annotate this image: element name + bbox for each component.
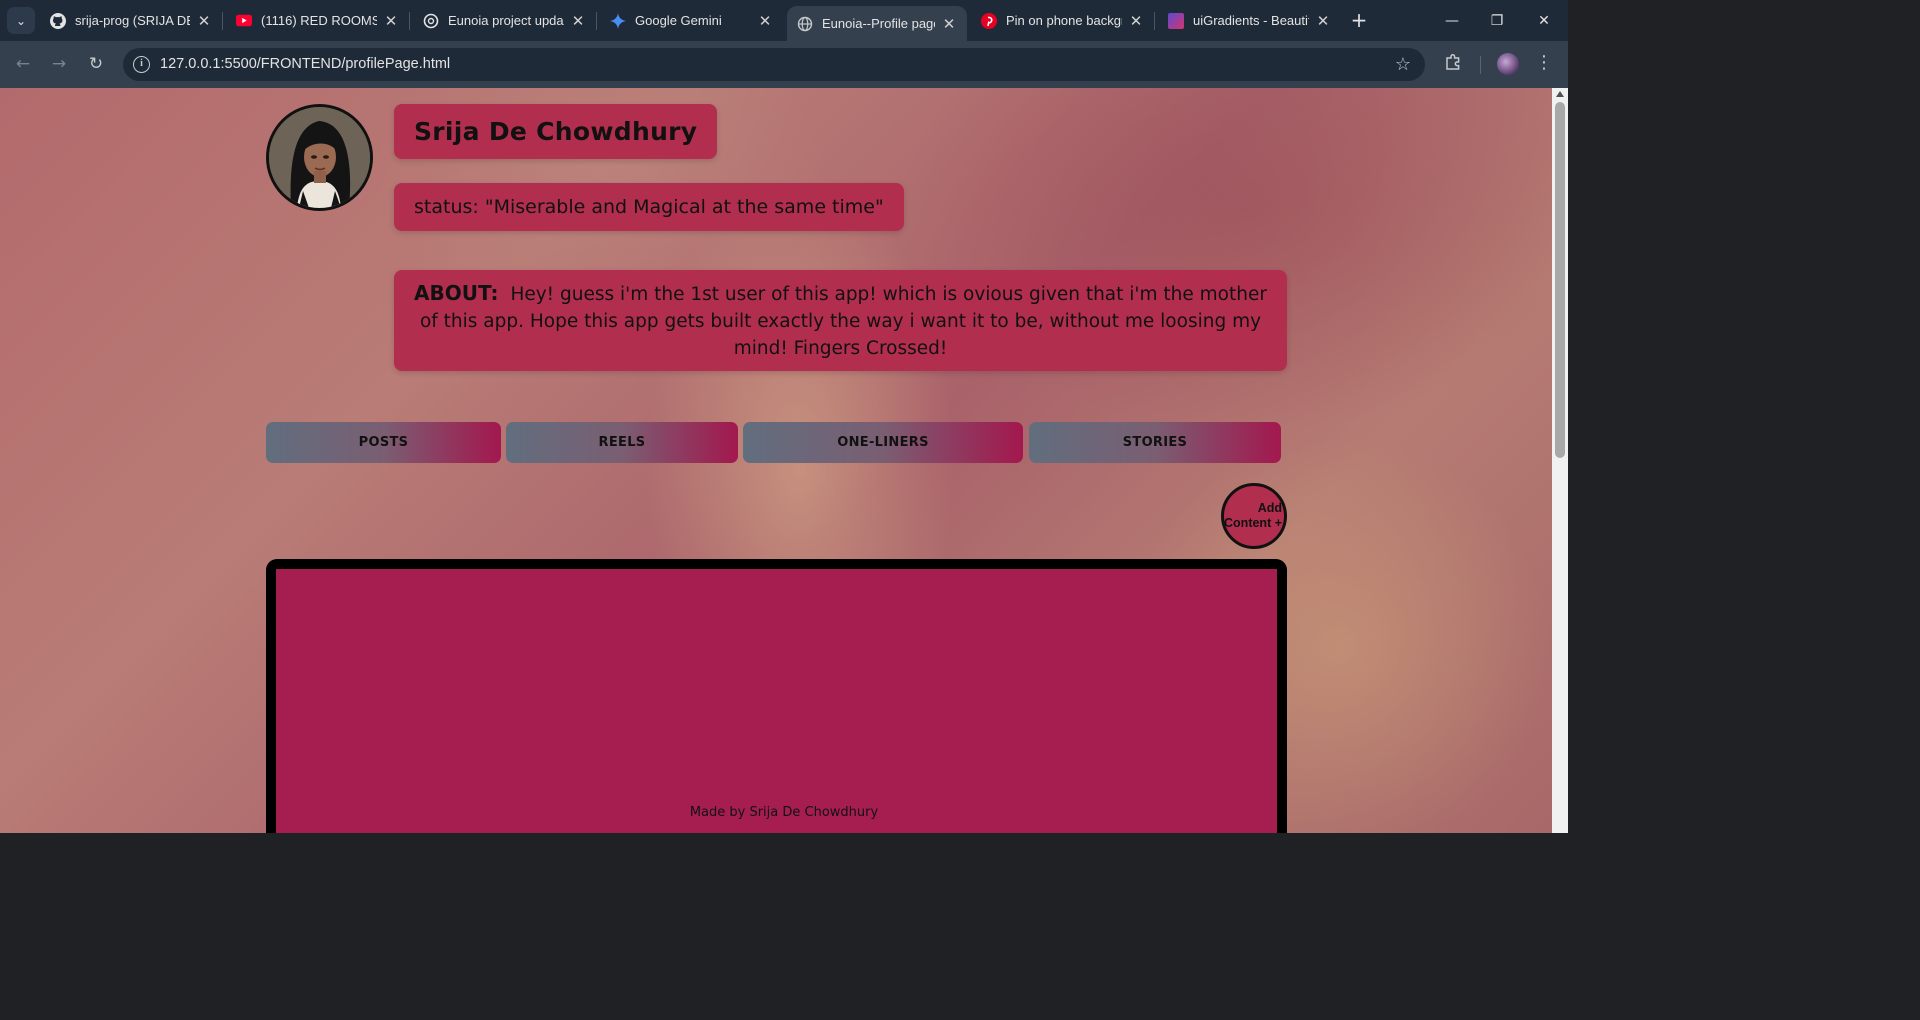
browser-tab-youtube[interactable]: (1116) RED ROOMS I ✕ xyxy=(226,0,409,41)
openai-icon xyxy=(423,13,439,29)
tab-posts[interactable]: POSTS xyxy=(266,422,501,463)
close-tab-icon[interactable]: ✕ xyxy=(941,15,957,33)
close-tab-icon[interactable]: ✕ xyxy=(383,12,399,30)
tab-search-chevron-icon[interactable]: ⌄ xyxy=(7,7,35,34)
browser-tab-pinterest[interactable]: Pin on phone backgr ✕ xyxy=(971,0,1154,41)
scrollbar-thumb[interactable] xyxy=(1555,102,1565,458)
add-content-line-2: Content + xyxy=(1224,516,1282,530)
profile-status: status: "Miserable and Magical at the sa… xyxy=(414,196,884,218)
extensions-puzzle-icon[interactable] xyxy=(1443,52,1465,76)
tab-reels[interactable]: REELS xyxy=(506,422,738,463)
site-info-icon[interactable]: i xyxy=(133,56,150,73)
tab-title: Eunoia project upda xyxy=(448,13,564,28)
browser-toolbar: ← → ↻ i 127.0.0.1:5500/FRONTEND/profileP… xyxy=(0,41,1568,88)
bookmark-star-icon[interactable]: ☆ xyxy=(1395,54,1411,75)
browser-menu-kebab-icon[interactable]: ⋮ xyxy=(1535,52,1553,73)
close-tab-icon[interactable]: ✕ xyxy=(757,12,773,30)
globe-icon xyxy=(797,16,813,32)
profile-avatar-icon[interactable] xyxy=(1497,53,1519,75)
browser-tab-github[interactable]: srija-prog (SRIJA DE C ✕ xyxy=(40,0,222,41)
tab-divider xyxy=(596,12,597,30)
close-tab-icon[interactable]: ✕ xyxy=(1315,12,1331,30)
back-arrow-icon[interactable]: ← xyxy=(10,51,36,77)
tab-label: REELS xyxy=(598,435,646,450)
tab-one-liners[interactable]: ONE-LINERS xyxy=(743,422,1023,463)
footer-credit: Made by Srija De Chowdhury xyxy=(689,805,879,820)
profile-name: Srija De Chowdhury xyxy=(414,117,698,146)
tab-title: Pin on phone backgr xyxy=(1006,13,1122,28)
page-scrollbar[interactable] xyxy=(1552,88,1568,833)
tab-title: Google Gemini xyxy=(635,13,722,28)
pinterest-icon xyxy=(981,12,997,29)
browser-tab-gemini[interactable]: Google Gemini ✕ xyxy=(600,0,783,41)
address-url[interactable]: 127.0.0.1:5500/FRONTEND/profilePage.html xyxy=(160,56,450,72)
tab-label: POSTS xyxy=(358,435,409,450)
close-tab-icon[interactable]: ✕ xyxy=(196,12,212,30)
close-window-icon[interactable]: ✕ xyxy=(1521,0,1567,41)
reload-icon[interactable]: ↻ xyxy=(83,51,109,77)
tab-title: Eunoia--Profile page xyxy=(822,16,935,31)
content-panel xyxy=(276,569,1277,833)
tab-stories[interactable]: STORIES xyxy=(1029,422,1281,463)
add-content-button[interactable]: Add Content + xyxy=(1221,483,1287,549)
close-tab-icon[interactable]: ✕ xyxy=(570,12,586,30)
tab-title: uiGradients - Beautifu xyxy=(1193,13,1309,28)
toolbar-divider xyxy=(1480,56,1481,74)
browser-tab-uigradients[interactable]: uiGradients - Beautifu ✕ xyxy=(1158,0,1341,41)
add-content-line-1: Add xyxy=(1257,501,1282,515)
browser-tab-profile-page[interactable]: Eunoia--Profile page ✕ xyxy=(787,6,967,41)
tab-divider xyxy=(1154,12,1155,30)
tab-title: (1116) RED ROOMS I xyxy=(261,13,377,28)
scroll-up-arrow-icon[interactable] xyxy=(1556,91,1564,97)
browser-tab-strip: ⌄ srija-prog (SRIJA DE C ✕ (1116) RED RO… xyxy=(0,0,1568,41)
profile-name-card: Srija De Chowdhury xyxy=(394,104,718,159)
address-bar[interactable]: i 127.0.0.1:5500/FRONTEND/profilePage.ht… xyxy=(123,48,1425,81)
about-paragraph: ABOUT: Hey! guess i'm the 1st user of th… xyxy=(414,280,1267,362)
github-icon xyxy=(50,12,66,29)
about-label: ABOUT: xyxy=(414,281,499,305)
tab-divider xyxy=(222,12,223,30)
tab-label: ONE-LINERS xyxy=(837,435,929,450)
content-panel-frame xyxy=(266,559,1287,833)
profile-avatar[interactable] xyxy=(266,104,373,211)
page-viewport: Srija De Chowdhury status: "Miserable an… xyxy=(0,88,1568,833)
about-text: Hey! guess i'm the 1st user of this app!… xyxy=(419,284,1267,359)
profile-status-card: status: "Miserable and Magical at the sa… xyxy=(394,183,904,231)
add-content-label: Add Content + xyxy=(1224,501,1282,531)
tab-divider xyxy=(409,12,410,30)
tab-label: STORIES xyxy=(1122,435,1188,450)
profile-about-card: ABOUT: Hey! guess i'm the 1st user of th… xyxy=(394,270,1287,371)
restore-window-icon[interactable]: ❐ xyxy=(1474,0,1520,41)
forward-arrow-icon[interactable]: → xyxy=(46,51,72,77)
uigradients-icon xyxy=(1168,12,1184,29)
youtube-icon xyxy=(236,13,252,29)
browser-tab-chatgpt[interactable]: Eunoia project upda ✕ xyxy=(413,0,596,41)
tab-title: srija-prog (SRIJA DE C xyxy=(75,13,190,28)
gemini-icon xyxy=(610,12,626,29)
close-tab-icon[interactable]: ✕ xyxy=(1128,12,1144,30)
minimize-window-icon[interactable]: — xyxy=(1429,0,1475,41)
new-tab-plus-icon[interactable]: + xyxy=(1348,9,1370,31)
